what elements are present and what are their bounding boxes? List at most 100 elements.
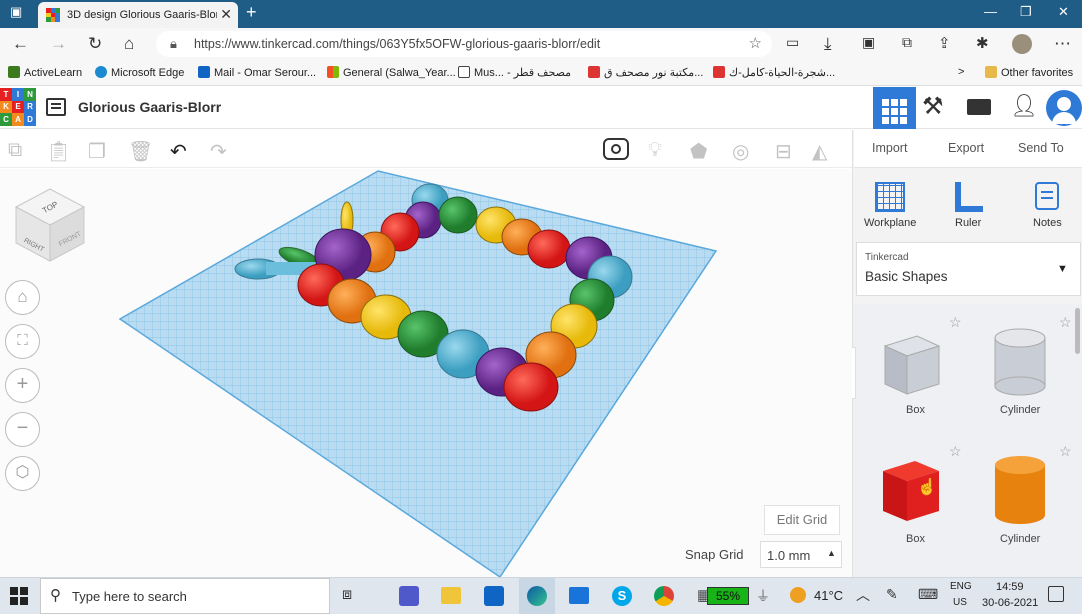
share-icon[interactable]: ⇪: [938, 34, 951, 52]
keyboard-icon[interactable]: ⌨: [918, 586, 938, 603]
undo-icon[interactable]: ↶: [170, 139, 187, 164]
browser-menu-icon[interactable]: ▣: [10, 4, 22, 20]
view-cube[interactable]: TOP RIGHT FRONT: [12, 185, 86, 263]
tab-title: 3D design Glorious Gaaris-Blorr |: [67, 9, 217, 21]
fit-view-button[interactable]: ⛶: [5, 324, 40, 359]
notes-toggle-icon[interactable]: [603, 138, 629, 160]
pen-icon[interactable]: ✎: [886, 586, 898, 603]
mirror-icon[interactable]: ◭: [812, 139, 827, 164]
zoom-out-button[interactable]: −: [5, 412, 40, 447]
minimize-icon[interactable]: —: [984, 4, 997, 19]
windows-start-icon[interactable]: [10, 587, 28, 605]
extension-icon[interactable]: ▣: [862, 34, 875, 51]
window-close-icon[interactable]: ✕: [1058, 4, 1069, 20]
other-favorites[interactable]: Other favorites: [985, 66, 1073, 79]
align-icon[interactable]: ⊟: [775, 139, 792, 164]
tray-expand-icon[interactable]: ︿: [856, 585, 870, 605]
bookmark-item[interactable]: مكتبة نور مصحف ق...: [588, 66, 703, 79]
paste-icon[interactable]: 📋︎: [46, 139, 71, 164]
user-avatar[interactable]: [1046, 90, 1082, 126]
box-shape-icon: [883, 335, 941, 395]
design-list-icon[interactable]: [46, 98, 66, 116]
star-icon[interactable]: ☆: [949, 314, 962, 331]
workplane-canvas[interactable]: TOP RIGHT FRONT ⌂ ⛶ + − ⬡ Edit Grid Snap…: [0, 169, 852, 577]
tinkercad-logo[interactable]: T I N K E R C A D: [0, 88, 36, 126]
pickaxe-icon[interactable]: ⚒: [922, 92, 944, 121]
shape-tile[interactable]: ☆ Cylinder: [969, 314, 1079, 432]
shape-tile[interactable]: ☆ Box: [859, 314, 969, 432]
restore-icon[interactable]: ❐: [1020, 4, 1032, 20]
design-title[interactable]: Glorious Gaaris-Blorr: [78, 99, 221, 115]
back-icon[interactable]: ←: [12, 34, 29, 54]
puzzle-icon[interactable]: ✱: [976, 34, 989, 52]
new-tab-button[interactable]: +: [246, 2, 257, 23]
group-icon[interactable]: ⬟: [690, 139, 707, 164]
star-icon[interactable]: ☆: [949, 443, 962, 460]
pdf-icon: [588, 66, 600, 78]
profile-avatar[interactable]: [1012, 34, 1032, 54]
home-view-button[interactable]: ⌂: [5, 280, 40, 315]
download-icon[interactable]: ⤓: [824, 34, 832, 54]
notifications-icon[interactable]: [1048, 586, 1064, 602]
skype-icon[interactable]: S: [612, 586, 632, 606]
more-icon[interactable]: ⋯: [1054, 34, 1071, 54]
snap-grid-label: Snap Grid: [685, 547, 744, 562]
ungroup-icon[interactable]: ◎: [732, 139, 749, 164]
refresh-icon[interactable]: ↻: [88, 34, 102, 54]
copy-icon[interactable]: ⧉: [8, 139, 22, 162]
shape-tile[interactable]: ☆ Cylinder: [969, 443, 1079, 561]
language[interactable]: ENG: [950, 581, 972, 592]
temperature[interactable]: 41°C: [814, 588, 843, 603]
bookmark-item[interactable]: Mail - Omar Serour...: [198, 66, 316, 79]
url-bar[interactable]: 🔒︎ https://www.tinkercad.com/things/063Y…: [156, 31, 772, 57]
clock-date[interactable]: 30-06-2021: [982, 597, 1038, 609]
edit-grid-button[interactable]: Edit Grid: [764, 505, 840, 535]
forward-icon[interactable]: →: [50, 34, 67, 54]
tab-close-icon[interactable]: ✕: [220, 6, 232, 23]
bookmark-item[interactable]: ActiveLearn: [8, 66, 82, 79]
redo-icon[interactable]: ↷: [210, 139, 227, 164]
cast-icon[interactable]: ▭: [786, 34, 799, 51]
workplane-icon[interactable]: [875, 182, 905, 212]
bookmarks-more-icon[interactable]: >: [958, 66, 964, 78]
lightbulb-icon[interactable]: 💡︎: [648, 139, 662, 162]
perspective-button[interactable]: ⬡: [5, 456, 40, 491]
edge-taskbar-button[interactable]: [519, 578, 555, 614]
export-button[interactable]: Export: [948, 141, 984, 155]
chrome-icon[interactable]: [654, 586, 674, 606]
ruler-icon[interactable]: [955, 182, 983, 212]
collections-icon[interactable]: ⧉: [902, 34, 912, 51]
teams-icon[interactable]: [399, 586, 419, 606]
browser-tab[interactable]: 3D design Glorious Gaaris-Blorr | ✕: [38, 2, 238, 28]
duplicate-icon[interactable]: ❐: [88, 139, 106, 164]
bookmark-item[interactable]: General (Salwa_Year...: [327, 66, 456, 79]
battery-indicator[interactable]: 55%: [707, 587, 749, 605]
add-user-icon[interactable]: 👤︎: [1010, 93, 1038, 119]
star-icon[interactable]: ☆: [1059, 314, 1072, 331]
bookmark-item[interactable]: Mus... - مصحف قطر: [458, 66, 571, 79]
send-to-button[interactable]: Send To: [1018, 141, 1064, 155]
bricks-icon[interactable]: [967, 99, 991, 115]
snap-grid-select[interactable]: 1.0 mm ▲: [760, 541, 842, 568]
home-icon[interactable]: ⌂: [124, 34, 134, 54]
panel-scrollbar[interactable]: [1075, 308, 1080, 354]
browser-tab-bar: ▣ 3D design Glorious Gaaris-Blorr | ✕ + …: [0, 0, 1082, 28]
taskbar-search-box[interactable]: ⚲ Type here to search: [40, 578, 330, 614]
outlook-icon[interactable]: [484, 586, 504, 606]
import-button[interactable]: Import: [872, 141, 907, 155]
zoom-in-button[interactable]: +: [5, 368, 40, 403]
bookmark-item[interactable]: Microsoft Edge: [95, 66, 184, 79]
clock-time[interactable]: 14:59: [996, 581, 1024, 593]
mail-icon[interactable]: [569, 587, 589, 604]
notes-icon[interactable]: [1035, 182, 1059, 210]
region[interactable]: US: [953, 597, 967, 608]
3d-view-grid-button[interactable]: [873, 87, 916, 129]
task-view-icon[interactable]: ⧈: [342, 586, 352, 604]
favorite-star-icon[interactable]: ☆: [749, 34, 762, 52]
star-icon[interactable]: ☆: [1059, 443, 1072, 460]
shape-library-dropdown[interactable]: Tinkercad Basic Shapes ▼: [856, 242, 1081, 296]
shape-tile[interactable]: ☆ ☝ Box: [859, 443, 969, 561]
delete-icon[interactable]: 🗑︎: [128, 139, 153, 164]
file-explorer-icon[interactable]: [441, 587, 461, 604]
bookmark-item[interactable]: شجرة-الحياة-كامل-ك...: [713, 66, 835, 79]
